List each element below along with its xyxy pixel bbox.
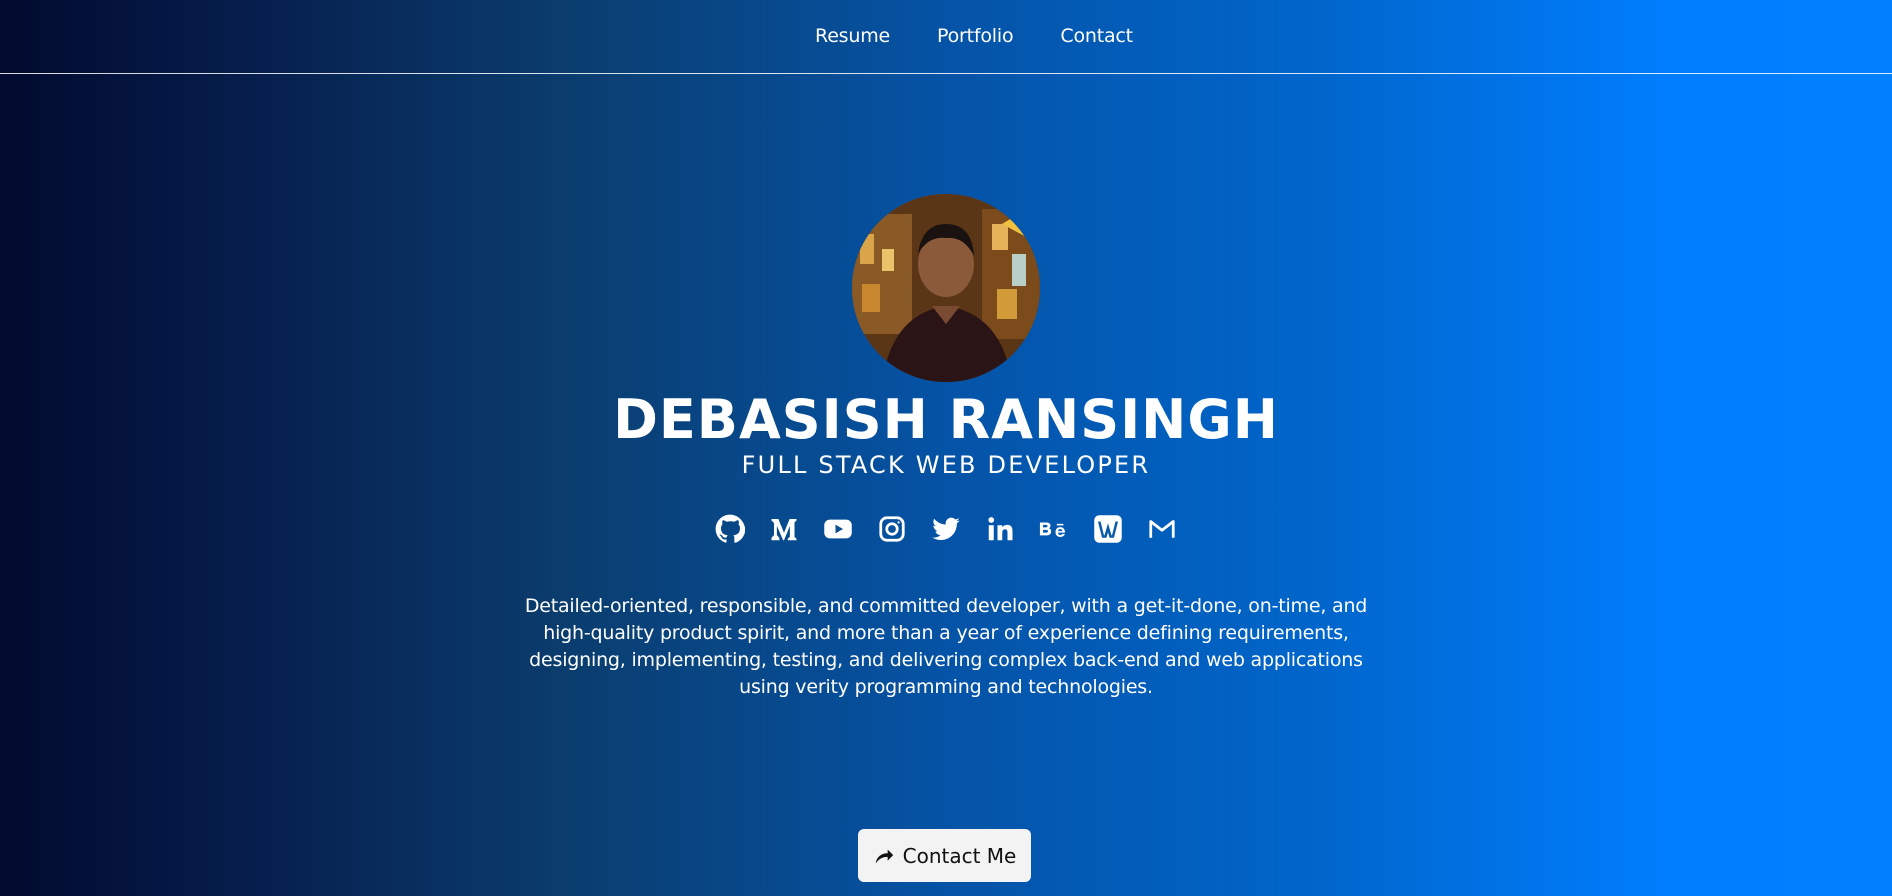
- share-arrow-icon: [875, 849, 893, 863]
- behance-icon[interactable]: [1038, 513, 1070, 545]
- contact-me-button[interactable]: Contact Me: [858, 829, 1031, 882]
- profile-name: DEBASISH RANSINGH: [613, 388, 1279, 451]
- medium-icon[interactable]: [768, 513, 800, 545]
- hero-section: DEBASISH RANSINGH FULL STACK WEB DEVELOP…: [0, 194, 1892, 720]
- youtube-icon[interactable]: [822, 513, 854, 545]
- nav-link-contact[interactable]: Contact: [1060, 25, 1133, 47]
- social-links: [714, 513, 1178, 545]
- avatar: [852, 194, 1040, 382]
- github-icon[interactable]: [714, 513, 746, 545]
- nav-link-portfolio[interactable]: Portfolio: [937, 25, 1014, 47]
- nav-link-resume[interactable]: Resume: [815, 25, 890, 47]
- profile-bio: Detailed-oriented, responsible, and comm…: [524, 595, 1368, 699]
- avatar-photo: [852, 194, 1040, 382]
- gmail-icon[interactable]: [1146, 513, 1178, 545]
- wellfound-icon[interactable]: [1092, 513, 1124, 545]
- linkedin-icon[interactable]: [984, 513, 1016, 545]
- contact-me-label: Contact Me: [902, 843, 1017, 868]
- instagram-icon[interactable]: [876, 513, 908, 545]
- top-navbar: Resume Portfolio Contact: [0, 0, 1892, 74]
- profile-role: FULL STACK WEB DEVELOPER: [741, 451, 1151, 480]
- twitter-icon[interactable]: [930, 513, 962, 545]
- nav-links: Resume Portfolio Contact: [759, 25, 1133, 47]
